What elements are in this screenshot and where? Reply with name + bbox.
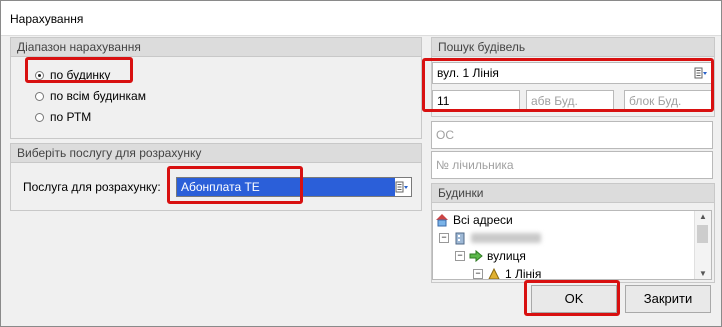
service-select-value: Абонплата ТЕ: [177, 178, 395, 196]
service-group-header: Виберіть послугу для розрахунку: [11, 144, 421, 163]
house-letter-placeholder: абв Буд.: [531, 94, 578, 108]
tree-collapse-icon[interactable]: −: [455, 251, 465, 261]
dropdown-list-icon[interactable]: [395, 180, 409, 194]
redacted-city-name: [471, 233, 541, 243]
street-select[interactable]: вул. 1 Лінія: [432, 62, 712, 84]
tree-collapse-icon[interactable]: −: [473, 269, 483, 279]
block-placeholder: блок Буд.: [629, 94, 682, 108]
service-group: Виберіть послугу для розрахунку Послуга …: [10, 143, 422, 211]
house-number-field[interactable]: 11: [432, 90, 520, 112]
block-field[interactable]: блок Буд.: [624, 90, 712, 112]
building-search-group: Пошук будівель вул. 1 Лінія 11 абв Буд. …: [431, 37, 715, 117]
tree-node-street[interactable]: − 1 Лінія: [473, 267, 542, 280]
service-label: Послуга для розрахунку:: [23, 180, 161, 194]
close-button[interactable]: Закрити: [625, 285, 711, 313]
house-letter-field[interactable]: абв Буд.: [526, 90, 614, 112]
tree-collapse-icon[interactable]: −: [439, 233, 449, 243]
tree-scrollbar[interactable]: ▲ ▼: [694, 211, 711, 279]
search-group-header: Пошук будівель: [432, 38, 714, 57]
radio-label: по РТМ: [50, 110, 92, 124]
range-group: Діапазон нарахування по будинку по всім …: [10, 37, 422, 139]
dropdown-list-icon[interactable]: [694, 66, 708, 80]
house-icon: [436, 214, 448, 227]
radio-indicator[interactable]: [35, 112, 44, 122]
buildings-group: Будинки Всі адреси − − вулиця − 1 Лінія …: [431, 183, 715, 283]
scroll-up-icon[interactable]: ▲: [699, 212, 707, 221]
meter-number-field[interactable]: № лічильника: [431, 151, 713, 179]
service-select[interactable]: Абонплата ТЕ: [176, 177, 412, 197]
radio-by-building[interactable]: по будинку: [35, 68, 110, 82]
buildings-tree[interactable]: Всі адреси − − вулиця − 1 Лінія ▲ ▼: [432, 210, 712, 280]
scrollbar-thumb[interactable]: [697, 225, 708, 243]
meter-placeholder: № лічильника: [436, 158, 514, 172]
radio-label: по будинку: [50, 68, 111, 82]
street-value: вул. 1 Лінія: [437, 66, 499, 80]
radio-by-rtm[interactable]: по РТМ: [35, 110, 91, 124]
house-number-value: 11: [437, 94, 450, 108]
tree-node-all-addresses[interactable]: Всі адреси: [435, 213, 513, 227]
tree-node-street-type[interactable]: − вулиця: [455, 249, 526, 263]
os-field[interactable]: ОС: [431, 121, 713, 149]
ok-button[interactable]: OK: [531, 285, 617, 313]
tree-node-label: 1 Лінія: [505, 267, 542, 280]
buildings-group-header: Будинки: [432, 184, 714, 203]
tree-node-city[interactable]: −: [439, 231, 541, 245]
window-title: Нарахування: [10, 12, 84, 26]
radio-all-buildings[interactable]: по всім будинкам: [35, 89, 146, 103]
tree-node-label: вулиця: [487, 249, 526, 263]
city-icon: [455, 232, 465, 245]
radio-label: по всім будинкам: [50, 89, 146, 103]
radio-indicator[interactable]: [35, 91, 44, 101]
arrow-right-icon: [469, 249, 483, 263]
os-placeholder: ОС: [436, 128, 454, 142]
title-bar: Нарахування: [1, 1, 721, 36]
scroll-down-icon[interactable]: ▼: [699, 269, 707, 278]
street-icon: [488, 267, 500, 279]
radio-indicator[interactable]: [35, 70, 44, 80]
range-group-header: Діапазон нарахування: [11, 38, 421, 57]
dialog-window: Нарахування Діапазон нарахування по буди…: [0, 0, 722, 327]
tree-node-label: Всі адреси: [453, 213, 513, 227]
